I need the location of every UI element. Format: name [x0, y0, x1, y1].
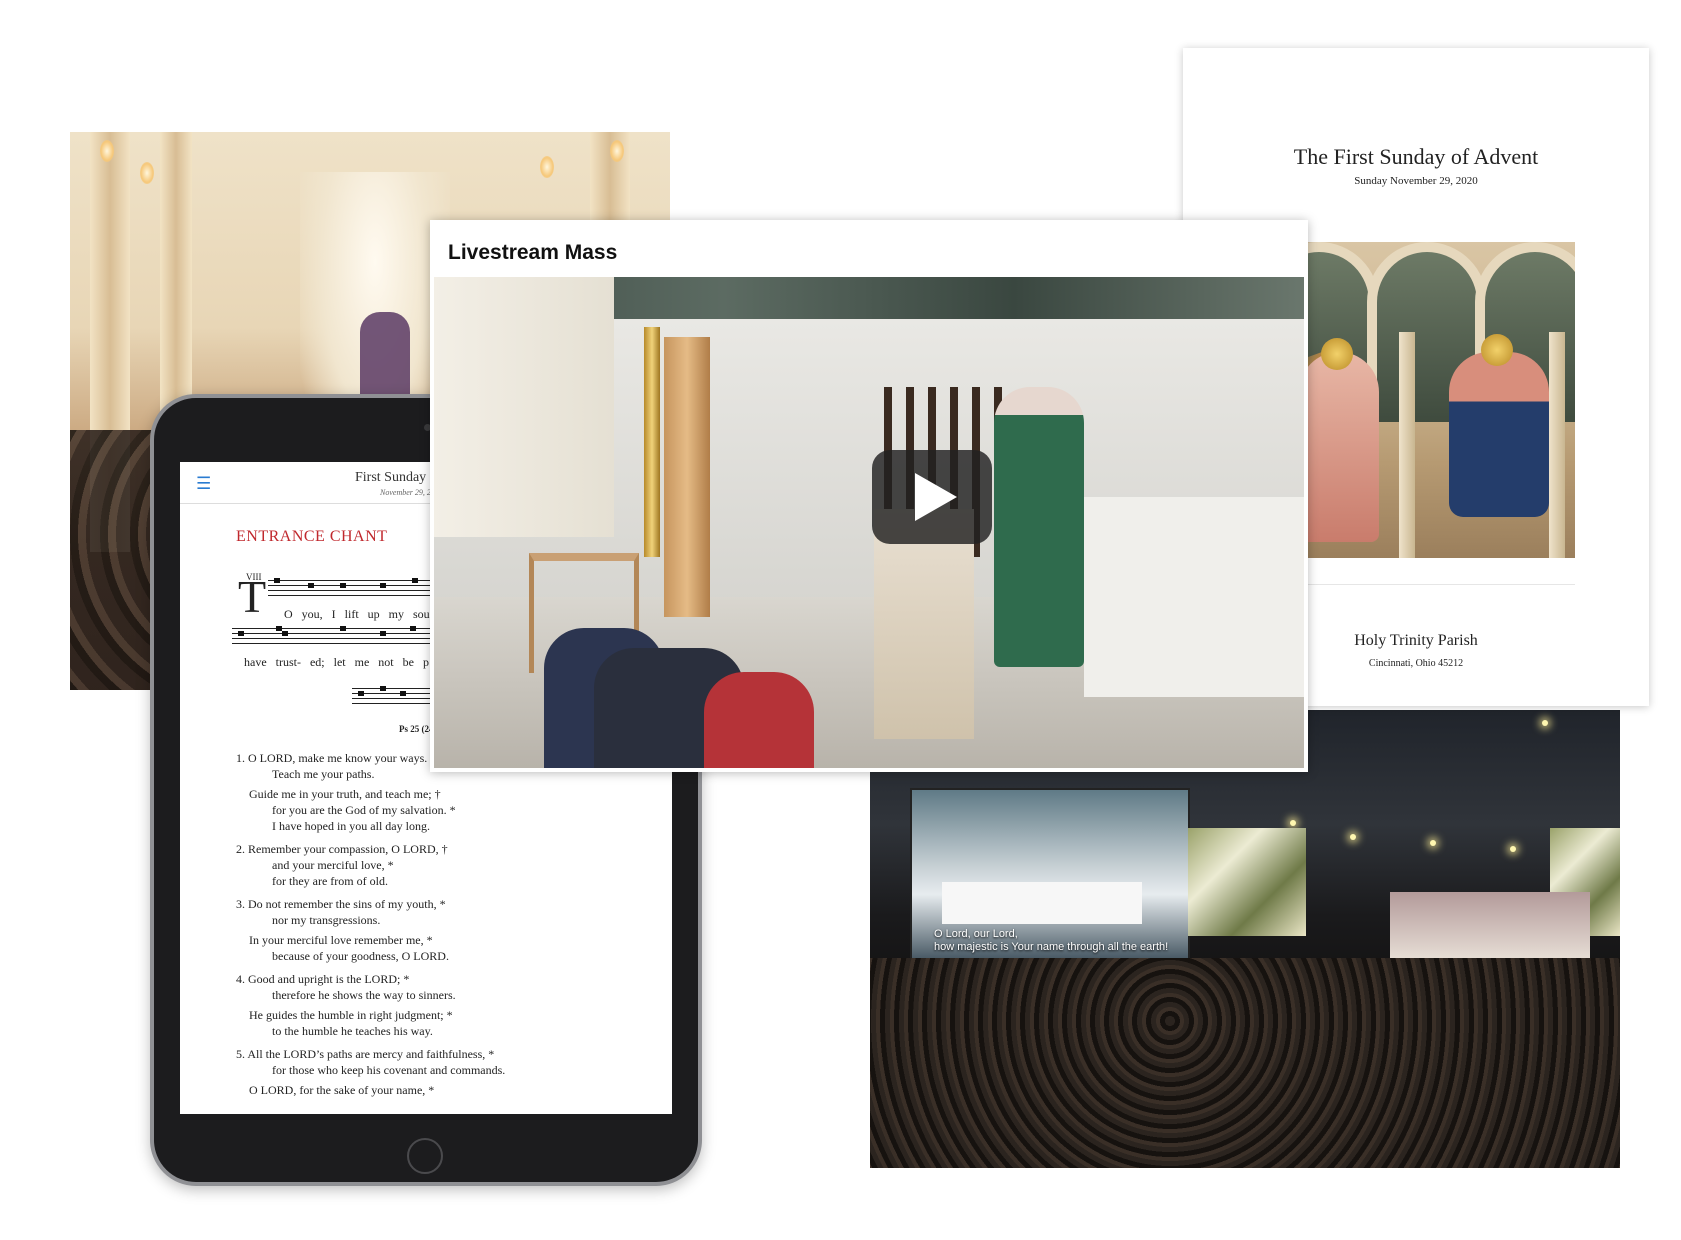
stage-altar [1390, 892, 1590, 962]
neume [340, 583, 346, 588]
neume [308, 583, 314, 588]
lamp [540, 156, 554, 178]
verse-line: He guides the humble in right judgment; … [249, 1008, 453, 1022]
neume [274, 578, 280, 583]
document-title: First Sunday o [355, 470, 437, 485]
verse: 5. All the LORD’s paths are mercy and fa… [236, 1046, 505, 1098]
main-altar [1084, 497, 1304, 697]
neume [380, 631, 386, 636]
mary-figure [1449, 352, 1549, 517]
congregant [704, 672, 814, 768]
verse-line: therefore he shows the way to sinners. [272, 988, 456, 1002]
bulletin-title: The First Sunday of Advent [1293, 144, 1539, 169]
neume [380, 686, 386, 691]
livestream-card: Livestream Mass [430, 220, 1308, 772]
stage-light [1350, 834, 1356, 840]
crowd [870, 958, 1620, 1168]
menu-icon[interactable]: ☰ [196, 476, 211, 493]
verse-line: to the humble he teaches his way. [272, 1024, 433, 1038]
side-altar [434, 277, 614, 537]
caption-line: O Lord, our Lord, [934, 928, 1018, 940]
neume [340, 626, 346, 631]
column [1549, 332, 1565, 558]
neume [358, 691, 364, 696]
altar-table [942, 882, 1142, 924]
neume [412, 578, 418, 583]
document-date: November 29, 20 [380, 488, 435, 497]
stage-light [1542, 720, 1548, 726]
home-button[interactable] [407, 1138, 443, 1174]
verse-line: nor my transgressions. [272, 913, 381, 927]
verse: 2. Remember your compassion, O LORD, † a… [236, 841, 505, 889]
verse: 3. Do not remember the sins of my youth,… [236, 896, 505, 964]
halo [1321, 338, 1353, 370]
verse-line: and your merciful love, * [272, 858, 394, 872]
verse-line: because of your goodness, O LORD. [272, 949, 449, 963]
wooden-stand [664, 337, 710, 617]
neume [282, 631, 288, 636]
verse-line: 4. Good and upright is the LORD; * [236, 972, 410, 986]
verse-line: 2. Remember your compassion, O LORD, † [236, 842, 448, 856]
verse-line: In your merciful love remember me, * [249, 933, 433, 947]
chant-lyrics: O you, I lift up my sou [284, 607, 430, 621]
verse-line: O LORD, for the sake of your name, * [249, 1083, 435, 1097]
halo [1481, 334, 1513, 366]
verse-line: for those who keep his covenant and comm… [272, 1063, 506, 1077]
verse-line: I have hoped in you all day long. [272, 819, 430, 833]
verse-line: Guide me in your truth, and teach me; † [249, 787, 441, 801]
arena-mass-photo: O Lord, our Lord, how majestic is Your n… [870, 710, 1620, 1168]
play-button[interactable] [872, 450, 992, 544]
lyrics-caption: O Lord, our Lord, how majestic is Your n… [934, 928, 1168, 954]
neume [238, 631, 244, 636]
psalm-verses: 1. O LORD, make me know your ways. * Tea… [236, 750, 505, 1105]
lamp [610, 140, 624, 162]
section-heading: ENTRANCE CHANT [236, 528, 388, 545]
priest-figure [994, 387, 1084, 667]
stage-light [1510, 846, 1516, 852]
angel-figure [1299, 352, 1379, 542]
play-icon [915, 473, 957, 521]
verse-line: 3. Do not remember the sins of my youth,… [236, 897, 446, 911]
lamp [140, 162, 154, 184]
stage-light [1290, 820, 1296, 826]
neume [380, 583, 386, 588]
verse: 4. Good and upright is the LORD; * there… [236, 971, 505, 1039]
sanctuary-lamp [644, 327, 660, 557]
bulletin-date: Sunday November 29, 2020 [1354, 175, 1478, 187]
caption-line: how majestic is Your name through all th… [934, 941, 1169, 953]
side-screen [1188, 828, 1306, 936]
video-player[interactable] [434, 277, 1304, 768]
lamp [100, 140, 114, 162]
chant-initial: T [238, 571, 267, 622]
verse-line: for they are from of old. [272, 874, 388, 888]
neume [410, 626, 416, 631]
stage-light [1430, 840, 1436, 846]
chant-lyrics: have trust- ed; let me not be p [244, 655, 429, 669]
verse-line: for you are the God of my salvation. * [272, 803, 456, 817]
verse-line: 5. All the LORD’s paths are mercy and fa… [236, 1047, 495, 1061]
column [1399, 332, 1415, 558]
livestream-title: Livestream Mass [448, 241, 618, 264]
neume [400, 691, 406, 696]
